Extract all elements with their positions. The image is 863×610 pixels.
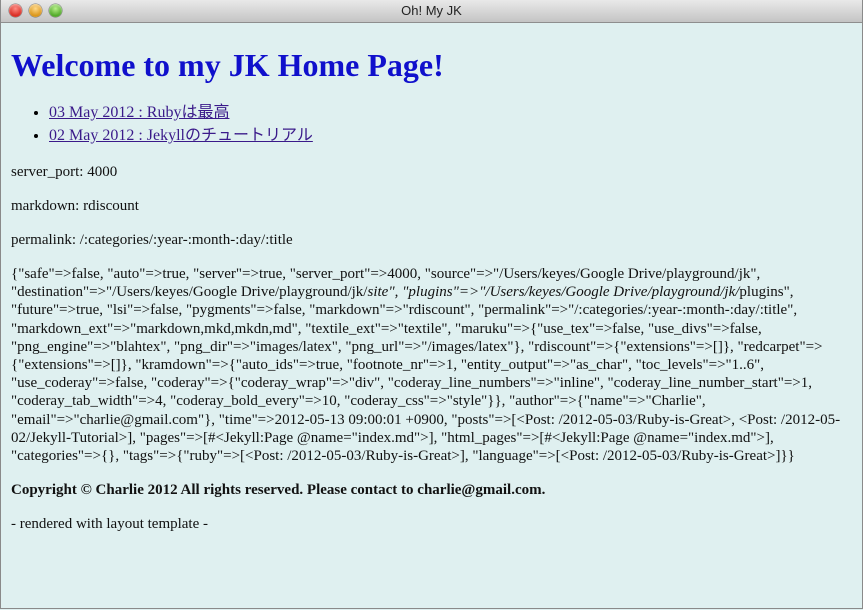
layout-note: - rendered with layout template - (11, 516, 209, 533)
post-list-item: 03 May 2012 : Rubyは最高 (49, 101, 852, 124)
server-port-text: server_port: 4000 (11, 164, 118, 180)
window-title: Oh! My JK (401, 3, 462, 18)
post-link-ruby[interactable]: 03 May 2012 : Rubyは最高 (49, 104, 229, 121)
post-list: 03 May 2012 : Rubyは最高 02 May 2012 : Jeky… (11, 101, 852, 147)
config-dump-part-2: plugins", "future"=>true, "lsi"=>false, … (11, 284, 841, 465)
post-list-item: 02 May 2012 : Jekyllのチュートリアル (49, 124, 852, 147)
title-bar[interactable]: Oh! My JK (1, 0, 862, 23)
copyright-text: Copyright © Charlie 2012 All rights rese… (11, 482, 546, 499)
config-dump: {"safe"=>false, "auto"=>true, "server"=>… (11, 265, 852, 465)
page-heading: Welcome to my JK Home Page! (11, 47, 444, 83)
config-dump-italic: site", "plugins"=>"/Users/keyes/Google D… (367, 284, 740, 301)
browser-window: Oh! My JK Welcome to my JK Home Page! 03… (0, 0, 863, 609)
permalink-text: permalink: /:categories/:year-:month-:da… (11, 232, 293, 248)
post-link-jekyll[interactable]: 02 May 2012 : Jekyllのチュートリアル (49, 127, 313, 144)
page-content: Welcome to my JK Home Page! 03 May 2012 … (1, 47, 862, 533)
markdown-text: markdown: rdiscount (11, 198, 139, 214)
